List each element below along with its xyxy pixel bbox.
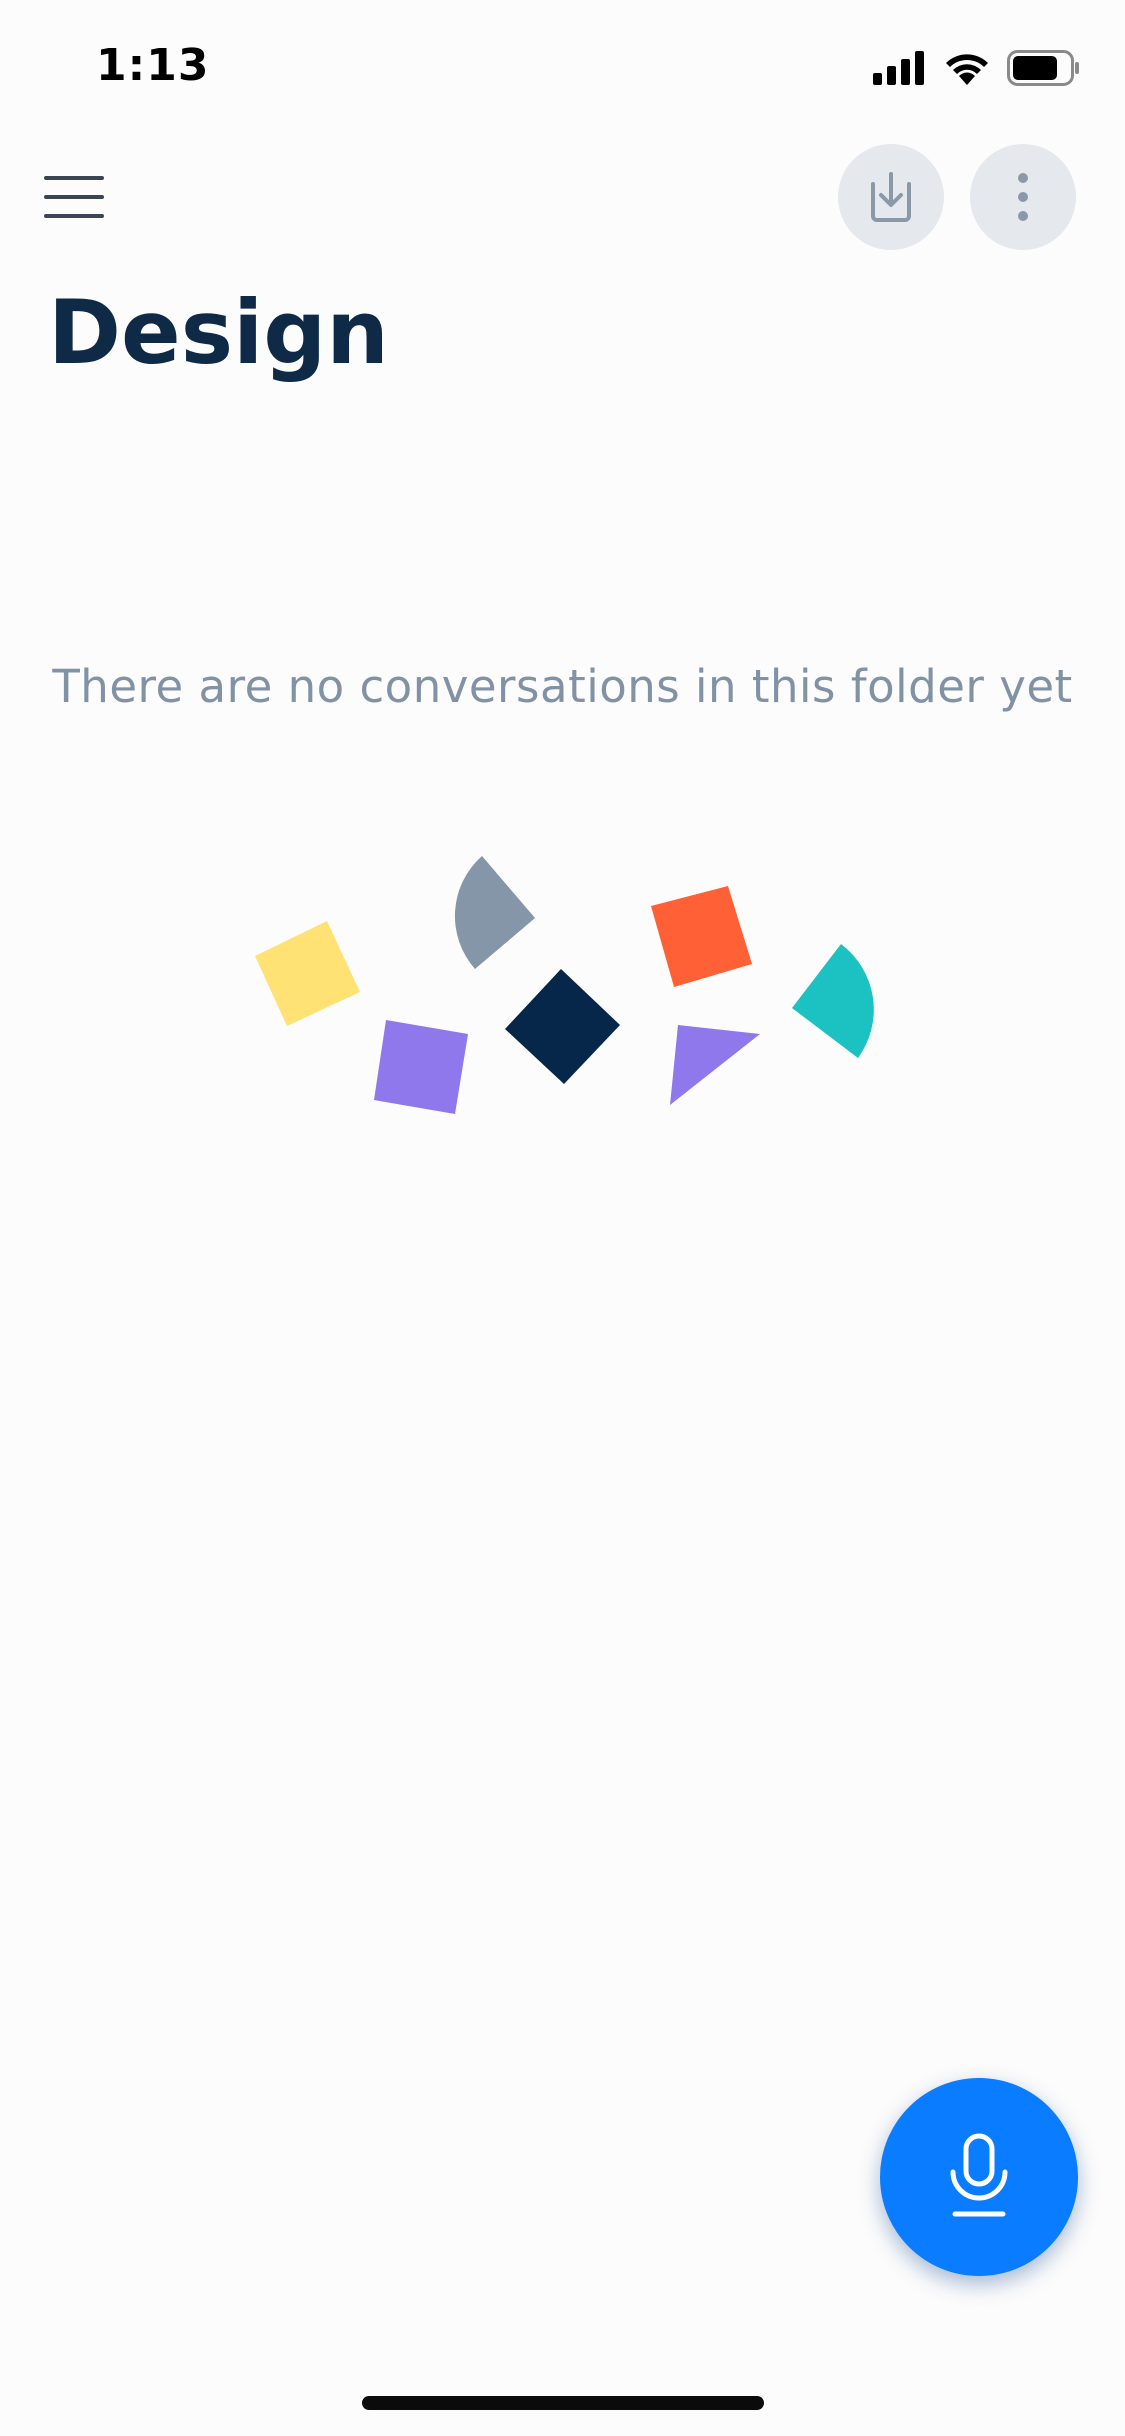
microphone-icon bbox=[950, 2133, 1008, 2217]
yellow-square-shape bbox=[255, 921, 360, 1026]
battery-icon bbox=[1007, 50, 1079, 86]
vertical-ellipsis-icon bbox=[1018, 173, 1028, 221]
status-bar: 1:13 bbox=[0, 0, 1125, 130]
wifi-icon bbox=[946, 54, 988, 85]
teal-wedge-shape bbox=[792, 944, 874, 1058]
navy-diamond-shape bbox=[505, 969, 620, 1084]
status-time: 1:13 bbox=[96, 40, 210, 91]
status-icons bbox=[873, 50, 1081, 86]
empty-state-message: There are no conversations in this folde… bbox=[52, 660, 1073, 713]
cellular-signal-icon bbox=[873, 51, 924, 85]
gray-wedge-shape bbox=[454, 856, 535, 969]
home-indicator bbox=[362, 2396, 764, 2410]
download-tray-icon bbox=[871, 172, 911, 222]
top-nav-bar bbox=[0, 140, 1125, 250]
orange-square-shape bbox=[651, 886, 752, 987]
import-button[interactable] bbox=[838, 144, 944, 250]
purple-square-shape bbox=[374, 1020, 468, 1114]
purple-triangle-shape bbox=[670, 1025, 760, 1105]
page-title: Design bbox=[48, 281, 389, 384]
more-options-button[interactable] bbox=[970, 144, 1076, 250]
hamburger-menu-icon[interactable] bbox=[44, 172, 108, 222]
record-button[interactable] bbox=[880, 2078, 1078, 2276]
